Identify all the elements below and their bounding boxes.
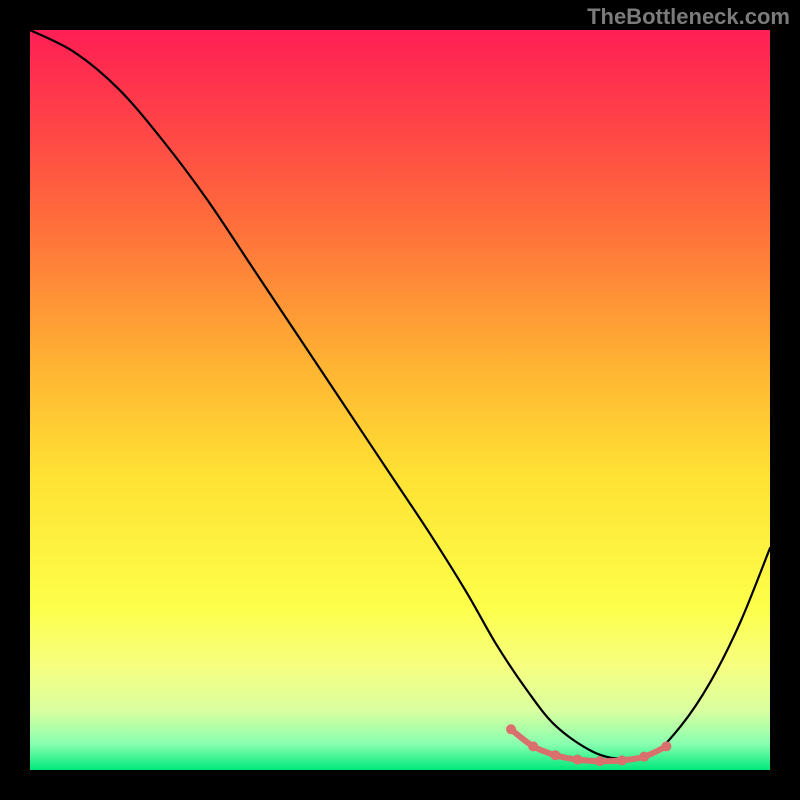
series-highlight-marker (550, 750, 560, 760)
series-highlight-marker (528, 741, 538, 751)
watermark-text: TheBottleneck.com (587, 4, 790, 30)
series-highlight-marker (661, 741, 671, 751)
chart-plot-area (30, 30, 770, 770)
series-highlight-marker (639, 752, 649, 762)
series-highlight-marker (506, 724, 516, 734)
series-highlight-marker (595, 756, 605, 766)
gradient-background (30, 30, 770, 770)
series-highlight-marker (573, 755, 583, 765)
chart-svg (30, 30, 770, 770)
series-highlight-marker (617, 755, 627, 765)
